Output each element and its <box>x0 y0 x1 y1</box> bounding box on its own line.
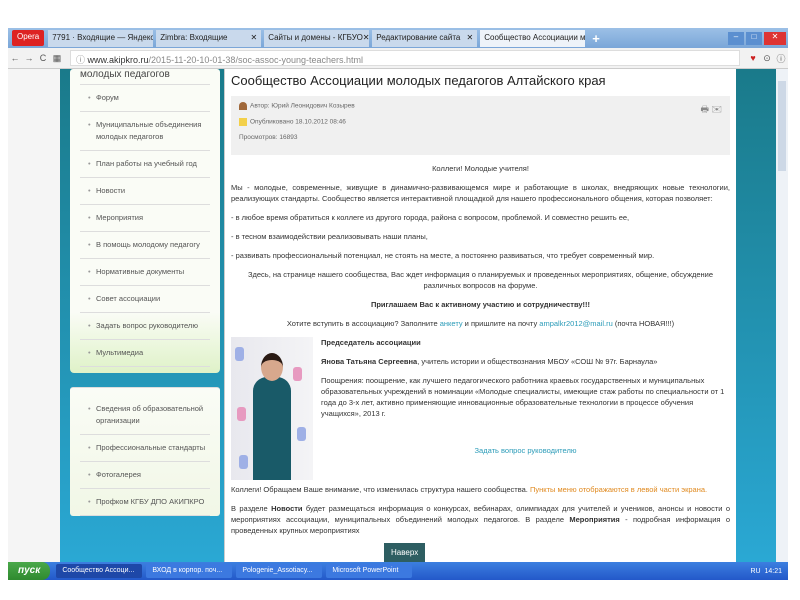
download-icon[interactable]: ⊙ <box>760 53 774 64</box>
maximize-button[interactable]: □ <box>746 31 762 45</box>
sidebar-menu: молодых педагогов Форум Муниципальные об… <box>70 69 220 373</box>
sidebar-item[interactable]: Фотогалерея <box>80 462 210 489</box>
tab[interactable]: Редактирование сайта ✕ <box>372 29 478 47</box>
sidebar-heading: молодых педагогов <box>80 69 210 85</box>
sidebar-item[interactable]: Мультимедиа <box>80 340 210 367</box>
forward-icon[interactable]: → <box>22 53 36 63</box>
join-pre: Хотите вступить в ассоциацию? Заполните <box>286 319 440 328</box>
join-mid: и пришлите на почту <box>462 319 540 328</box>
back-icon[interactable]: ← <box>8 53 22 63</box>
url-input[interactable]: ⓘ www.akipkro.ru/2015-11-20-10-01-38/soc… <box>70 50 740 66</box>
author: Автор: Юрий Леонидович Козырев <box>250 102 355 110</box>
reload-icon[interactable]: C <box>36 53 50 63</box>
sidebar-item[interactable]: Мероприятия <box>80 205 210 232</box>
chair-section: Председатель ассоциации Янова Татьяна Се… <box>231 337 730 480</box>
sidebar-item[interactable]: Сведения об образовательной организации <box>80 396 210 435</box>
close-icon[interactable]: ✕ <box>363 33 369 44</box>
news-bold: Новости <box>271 504 303 513</box>
site-info-icon[interactable]: ⓘ <box>76 55 88 65</box>
events-bold: Мероприятия <box>569 515 620 524</box>
bullet-text: - в любое время обратиться к коллеге из … <box>231 213 630 222</box>
email-icon[interactable]: ✉ <box>711 104 722 114</box>
sidebar-item[interactable]: Профессиональные стандарты <box>80 435 210 462</box>
chair-name: Янова Татьяна Сергеевна <box>321 357 418 366</box>
taskbar: пуск Сообщество Ассоци... ВХОД в корпор.… <box>8 562 788 580</box>
info-text: Здесь, на странице нашего сообщества, Ва… <box>247 270 714 290</box>
sidebar: молодых педагогов Форум Муниципальные об… <box>70 69 220 562</box>
url-path: /2015-11-20-10-01-38/soc-assoc-young-tea… <box>148 55 363 65</box>
tab-active[interactable]: Сообщество Ассоциации м✕ <box>480 29 586 47</box>
sidebar-item[interactable]: План работы на учебный год <box>80 151 210 178</box>
sidebar-item[interactable]: Форум <box>80 85 210 112</box>
url-host: www.akipkro.ru <box>87 55 149 65</box>
scrollbar-thumb[interactable] <box>778 81 786 171</box>
sidebar-menu-2: Сведения об образовательной организации … <box>70 387 220 516</box>
notice-highlight: Пункты меню отображаются в левой части э… <box>529 485 708 494</box>
tab-label: Сайты и домены - КГБУО <box>268 32 363 42</box>
invite-text: Приглашаем Вас к активному участию и сот… <box>370 300 591 309</box>
chair-award: Поощрения: поощрение, как лучшего педаго… <box>321 376 725 418</box>
tab-bar: Opera 7791 · Входящие — Яндекс✕ Zimbra: … <box>8 28 788 48</box>
clock: 14:21 <box>764 567 782 575</box>
heart-icon[interactable]: ♥ <box>746 53 760 63</box>
vertical-scrollbar[interactable] <box>776 69 788 562</box>
close-window-button[interactable]: ✕ <box>764 31 786 45</box>
article: Сообщество Ассоциации молодых педагогов … <box>224 69 736 562</box>
sidebar-item[interactable]: Профком КГБУ ДПО АКИПКРО <box>80 489 210 516</box>
sidebar-item[interactable]: Задать вопрос руководителю <box>80 313 210 340</box>
tab-label: Сообщество Ассоциации м <box>484 32 586 42</box>
bullet-text: - развивать профессиональный потенциал, … <box>231 251 655 260</box>
user-icon <box>239 102 247 110</box>
taskbar-item[interactable]: ВХОД в корпор. поч... <box>146 564 233 578</box>
taskbar-item[interactable]: Microsoft PowerPoint <box>326 564 413 578</box>
sidebar-item[interactable]: Совет ассоциации <box>80 286 210 313</box>
speed-dial-icon[interactable]: ▦ <box>50 53 64 64</box>
minimize-button[interactable]: – <box>728 31 744 45</box>
close-icon[interactable]: ✕ <box>251 33 258 44</box>
sidebar-item[interactable]: Муниципальные объединения молодых педаго… <box>80 112 210 151</box>
chair-role: , учитель истории и обществознания МБОУ … <box>417 357 658 366</box>
chair-photo <box>231 337 313 480</box>
back-to-top-button[interactable]: Наверх <box>384 543 426 562</box>
tab-label: Zimbra: Входящие <box>160 32 228 42</box>
form-link[interactable]: анкету <box>440 319 463 328</box>
tab[interactable]: 7791 · Входящие — Яндекс✕ <box>48 29 154 47</box>
view-count: Просмотров: 16893 <box>239 134 298 141</box>
browser-window: Opera 7791 · Входящие — Яндекс✕ Zimbra: … <box>8 28 788 580</box>
taskbar-item[interactable]: Сообщество Ассоци... <box>56 564 143 578</box>
notice-text: Коллеги! Обращаем Ваше внимание, что изм… <box>231 485 530 494</box>
sidebar-item[interactable]: В помощь молодому педагогу <box>80 232 210 259</box>
intro-text: Мы - молодые, современные, живущие в дин… <box>231 183 730 203</box>
taskbar-item[interactable]: Pologenie_Assotiacy... <box>236 564 323 578</box>
web-page: молодых педагогов Форум Муниципальные об… <box>8 69 788 562</box>
tab[interactable]: Zimbra: Входящие ✕ <box>156 29 262 47</box>
sidebar-item[interactable]: Нормативные документы <box>80 259 210 286</box>
greeting: Коллеги! Молодые учителя! <box>432 164 529 173</box>
article-meta: Автор: Юрий Леонидович Козырев Опубликов… <box>231 96 730 155</box>
opera-menu-button[interactable]: Opera <box>12 30 45 46</box>
published-date: Опубликовано 18.10.2012 08:46 <box>250 118 346 126</box>
chair-heading: Председатель ассоциации <box>321 338 421 347</box>
address-bar-row: ← → C ▦ ⓘ www.akipkro.ru/2015-11-20-10-0… <box>8 48 788 69</box>
tab-label: Редактирование сайта <box>376 32 461 42</box>
join-post: (почта НОВАЯ!!!) <box>612 319 675 328</box>
tab[interactable]: Сайты и домены - КГБУО ✕ <box>264 29 370 47</box>
language-indicator[interactable]: RU <box>750 568 760 575</box>
account-icon[interactable]: ⓘ <box>774 52 788 65</box>
close-icon[interactable]: ✕ <box>467 33 474 44</box>
join-text: Хотите вступить в ассоциацию? Заполните … <box>231 318 730 329</box>
start-button[interactable]: пуск <box>8 562 51 580</box>
ask-leader-link[interactable]: Задать вопрос руководителю <box>475 446 577 455</box>
email-link[interactable]: ampalkr2012@mail.ru <box>539 319 612 328</box>
page-title: Сообщество Ассоциации молодых педагогов … <box>231 73 606 88</box>
news-pre: В разделе <box>231 504 272 513</box>
new-tab-button[interactable]: + <box>592 31 600 46</box>
system-tray: RU 14:21 <box>750 568 788 575</box>
print-icon[interactable]: 🖶 <box>700 104 709 114</box>
edit-icon <box>239 118 247 126</box>
sidebar-item[interactable]: Новости <box>80 178 210 205</box>
bullet-text: - в тесном взаимодействии реализовывать … <box>231 232 428 241</box>
tab-label: 7791 · Входящие — Яндекс <box>52 32 154 42</box>
